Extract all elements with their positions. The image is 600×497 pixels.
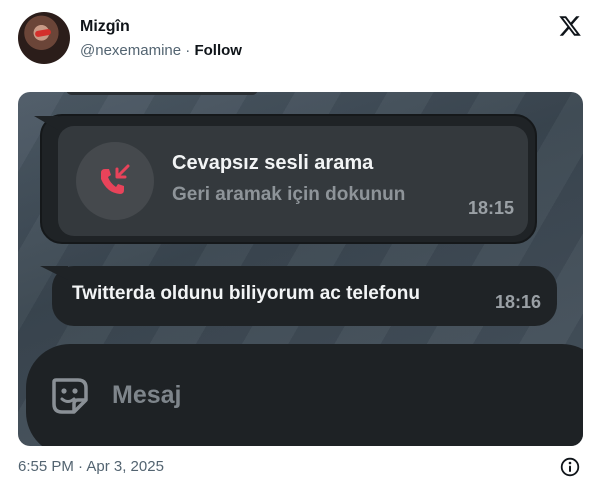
message-time: 18:16 [494,292,541,312]
missed-call-time: 18:15 [467,198,514,218]
author-handle[interactable]: @nexemamine [80,42,181,59]
tweet-footer: 6:55 PM · Apr 3, 2025 [18,457,584,479]
author-handle-line: @nexemamine · Follow [80,42,242,59]
x-logo-icon[interactable] [558,14,582,38]
missed-call-card[interactable]: Cevapsız sesli arama Geri aramak için do… [58,126,528,236]
previous-bubble-edge [66,92,258,95]
tweet-header: Mizgîn @nexemamine · Follow [18,12,584,68]
message-input[interactable] [112,372,512,418]
screenshot-image[interactable]: Cevapsız sesli arama Geri aramak için do… [18,92,583,446]
missed-call-title: Cevapsız sesli arama [172,152,374,174]
separator: · [181,42,195,59]
missed-call-subtitle: Geri aramak için dokunun [172,184,406,205]
info-icon[interactable] [560,457,580,477]
missed-call-bubble[interactable]: Cevapsız sesli arama Geri aramak için do… [34,114,537,244]
message-composer[interactable] [26,344,583,446]
sticker-icon[interactable] [48,374,92,418]
message-text: Twitterda oldunu biliyorum ac telefonu [72,283,420,304]
author-name[interactable]: Mizgîn [80,18,130,36]
tweet-timestamp[interactable]: 6:55 PM · Apr 3, 2025 [18,458,164,475]
follow-button[interactable]: Follow [194,42,242,59]
message-bubble[interactable]: Twitterda oldunu biliyorum ac telefonu 1… [40,266,557,326]
missed-call-icon [101,164,130,194]
avatar[interactable] [18,12,70,64]
missed-call-icon-circle [76,142,154,220]
